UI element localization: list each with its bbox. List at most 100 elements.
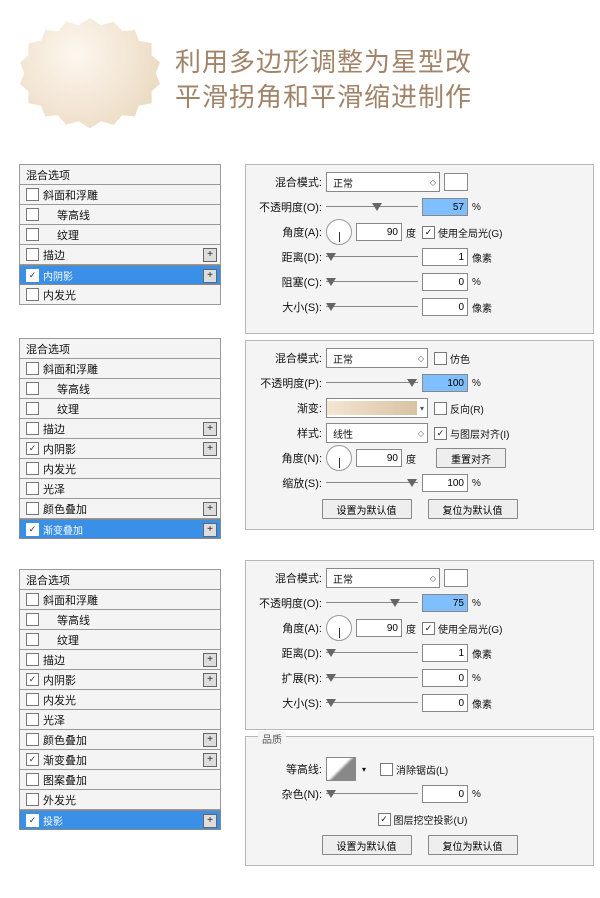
spread-input[interactable] xyxy=(422,669,468,687)
effect-checkbox[interactable] xyxy=(26,613,39,626)
size-input[interactable] xyxy=(422,298,468,316)
effect-checkbox[interactable] xyxy=(26,208,39,221)
effect-checkbox[interactable] xyxy=(26,693,39,706)
blend-mode-select[interactable]: 正常◇ xyxy=(326,172,440,192)
effect-row[interactable]: 描边+ xyxy=(19,419,221,439)
add-effect-icon[interactable]: + xyxy=(203,248,217,262)
set-default-button-2[interactable]: 设置为默认值 xyxy=(322,835,412,855)
contour-picker[interactable] xyxy=(326,757,356,781)
dither-checkbox[interactable] xyxy=(434,352,447,365)
effect-checkbox[interactable] xyxy=(26,773,39,786)
reset-align-button[interactable]: 重置对齐 xyxy=(436,448,506,468)
add-effect-icon[interactable]: + xyxy=(203,502,217,516)
effect-checkbox[interactable] xyxy=(26,502,39,515)
opacity-slider[interactable] xyxy=(326,201,418,213)
angle-input-2[interactable] xyxy=(356,449,402,467)
effect-checkbox[interactable] xyxy=(26,653,39,666)
effect-checkbox[interactable] xyxy=(26,248,39,261)
effect-row[interactable]: 斜面和浮雕 xyxy=(19,185,221,205)
distance-slider-2[interactable] xyxy=(326,647,418,659)
effect-row[interactable]: 纹理 xyxy=(19,630,221,650)
effect-checkbox[interactable] xyxy=(26,188,39,201)
gradient-picker[interactable]: ▾ xyxy=(326,398,428,418)
add-effect-icon[interactable]: + xyxy=(203,523,217,537)
effect-checkbox[interactable] xyxy=(26,228,39,241)
color-swatch-2[interactable] xyxy=(444,569,468,587)
add-effect-icon[interactable]: + xyxy=(203,269,217,283)
effect-checkbox[interactable] xyxy=(26,382,39,395)
effect-row[interactable]: 颜色叠加+ xyxy=(19,499,221,519)
effect-row[interactable]: 等高线 xyxy=(19,379,221,399)
choke-slider[interactable] xyxy=(326,276,418,288)
distance-input[interactable] xyxy=(422,248,468,266)
set-default-button[interactable]: 设置为默认值 xyxy=(322,499,412,519)
effect-row[interactable]: 内发光 xyxy=(19,459,221,479)
effect-row[interactable]: 混合选项 xyxy=(19,165,221,185)
blend-mode-select-2[interactable]: 正常◇ xyxy=(326,348,428,368)
add-effect-icon[interactable]: + xyxy=(203,814,217,828)
add-effect-icon[interactable]: + xyxy=(203,753,217,767)
color-swatch[interactable] xyxy=(444,173,468,191)
opacity-input[interactable] xyxy=(422,198,468,216)
distance-input-2[interactable] xyxy=(422,644,468,662)
knockout-checkbox[interactable] xyxy=(378,813,391,826)
angle-input[interactable] xyxy=(356,223,402,241)
effect-row[interactable]: 纹理 xyxy=(19,225,221,245)
effect-checkbox[interactable] xyxy=(26,593,39,606)
noise-input[interactable] xyxy=(422,785,468,803)
effect-row[interactable]: 颜色叠加+ xyxy=(19,730,221,750)
effect-row[interactable]: 内阴影+ xyxy=(19,670,221,690)
effect-row[interactable]: 光泽 xyxy=(19,710,221,730)
angle-dial-2[interactable] xyxy=(326,445,352,471)
effect-checkbox[interactable] xyxy=(26,523,39,536)
effect-row[interactable]: 描边+ xyxy=(19,245,221,265)
angle-dial-3[interactable] xyxy=(326,615,352,641)
reverse-checkbox[interactable] xyxy=(434,402,447,415)
add-effect-icon[interactable]: + xyxy=(203,733,217,747)
effect-row[interactable]: 等高线 xyxy=(19,205,221,225)
effect-checkbox[interactable] xyxy=(26,713,39,726)
effect-checkbox[interactable] xyxy=(26,673,39,686)
effect-checkbox[interactable] xyxy=(26,462,39,475)
add-effect-icon[interactable]: + xyxy=(203,673,217,687)
size-input-2[interactable] xyxy=(422,694,468,712)
effect-checkbox[interactable] xyxy=(26,753,39,766)
effect-checkbox[interactable] xyxy=(26,733,39,746)
effect-checkbox[interactable] xyxy=(26,793,39,806)
effect-checkbox[interactable] xyxy=(26,814,39,827)
global-light-checkbox[interactable] xyxy=(422,226,435,239)
effect-row[interactable]: 光泽 xyxy=(19,479,221,499)
size-slider[interactable] xyxy=(326,301,418,313)
scale-slider[interactable] xyxy=(326,477,418,489)
effect-checkbox[interactable] xyxy=(26,442,39,455)
effect-row[interactable]: 描边+ xyxy=(19,650,221,670)
opacity-slider-3[interactable] xyxy=(326,597,418,609)
antialias-checkbox[interactable] xyxy=(380,763,393,776)
effect-checkbox[interactable] xyxy=(26,362,39,375)
angle-input-3[interactable] xyxy=(356,619,402,637)
effect-row[interactable]: 内发光 xyxy=(19,285,221,305)
effect-row[interactable]: 内阴影+ xyxy=(19,439,221,459)
effect-checkbox[interactable] xyxy=(26,402,39,415)
distance-slider[interactable] xyxy=(326,251,418,263)
effect-row[interactable]: 内阴影+ xyxy=(19,265,221,285)
effect-row[interactable]: 等高线 xyxy=(19,610,221,630)
effect-row[interactable]: 斜面和浮雕 xyxy=(19,590,221,610)
effect-checkbox[interactable] xyxy=(26,482,39,495)
effect-row[interactable]: 内发光 xyxy=(19,690,221,710)
reset-default-button[interactable]: 复位为默认值 xyxy=(428,499,518,519)
spread-slider[interactable] xyxy=(326,672,418,684)
effect-row[interactable]: 纹理 xyxy=(19,399,221,419)
effect-row[interactable]: 外发光 xyxy=(19,790,221,810)
effect-checkbox[interactable] xyxy=(26,288,39,301)
opacity-input-3[interactable] xyxy=(422,594,468,612)
effect-checkbox[interactable] xyxy=(26,422,39,435)
effect-row[interactable]: 斜面和浮雕 xyxy=(19,359,221,379)
effect-row[interactable]: 投影+ xyxy=(19,810,221,830)
choke-input[interactable] xyxy=(422,273,468,291)
effect-row[interactable]: 混合选项 xyxy=(19,339,221,359)
reset-default-button-2[interactable]: 复位为默认值 xyxy=(428,835,518,855)
add-effect-icon[interactable]: + xyxy=(203,653,217,667)
opacity-input-2[interactable] xyxy=(422,374,468,392)
effect-checkbox[interactable] xyxy=(26,269,39,282)
